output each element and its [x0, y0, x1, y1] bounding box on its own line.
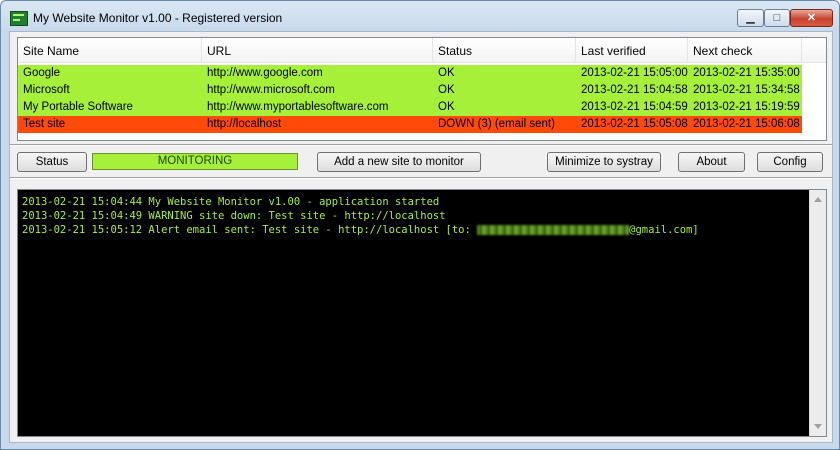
log-line: 2013-02-21 15:04:44 My Website Monitor v…	[22, 196, 440, 208]
log-line: 2013-02-21 15:04:49 WARNING site down: T…	[22, 210, 446, 222]
title-bar[interactable]: My Website Monitor v1.00 - Registered ve…	[1, 1, 839, 33]
site-last-verified-cell: 2013-02-21 15:05:08	[581, 118, 688, 130]
config-button[interactable]: Config	[757, 152, 823, 172]
close-window-button[interactable]: ✕	[790, 9, 833, 27]
divider-top	[10, 144, 832, 146]
log-scrollbar[interactable]	[809, 190, 826, 436]
site-url-cell: http://www.google.com	[207, 67, 323, 79]
minimize-icon: ▁	[746, 12, 755, 24]
log-line: 2013-02-21 15:05:12 Alert email sent: Te…	[22, 224, 478, 236]
site-status-cell: OK	[438, 84, 455, 96]
site-next-check-cell: 2013-02-21 15:19:59	[693, 101, 800, 113]
site-last-verified-cell: 2013-02-21 15:05:00	[581, 67, 688, 79]
site-next-check-cell: 2013-02-21 15:34:58	[693, 84, 800, 96]
site-status-cell: OK	[438, 101, 455, 113]
close-icon: ✕	[806, 12, 817, 24]
minimize-to-systray-button[interactable]: Minimize to systray	[547, 152, 661, 172]
column-header-last-verified[interactable]: Last verified	[576, 38, 688, 62]
maximize-window-button[interactable]: □	[764, 9, 790, 27]
scroll-up-arrow-icon[interactable]	[814, 197, 822, 202]
site-url-cell: http://www.myportablesoftware.com	[207, 101, 389, 113]
site-url-cell: http://localhost	[207, 118, 282, 130]
site-next-check-cell: 2013-02-21 15:35:00	[693, 67, 800, 79]
monitoring-status-indicator: MONITORING	[92, 153, 298, 170]
site-row[interactable]: Microsoft http://www.microsoft.com OK 20…	[18, 82, 802, 99]
site-url-cell: http://www.microsoft.com	[207, 84, 335, 96]
window-title: My Website Monitor v1.00 - Registered ve…	[33, 11, 283, 25]
sites-list-header: Site Name URL Status Last verified Next …	[18, 38, 826, 63]
site-last-verified-cell: 2013-02-21 15:04:59	[581, 101, 688, 113]
log-output: 2013-02-21 15:04:44 My Website Monitor v…	[22, 195, 699, 237]
site-last-verified-cell: 2013-02-21 15:04:58	[581, 84, 688, 96]
sites-list[interactable]: Site Name URL Status Last verified Next …	[17, 37, 827, 141]
column-header-status[interactable]: Status	[433, 38, 576, 62]
site-row[interactable]: Test site http://localhost DOWN (3) (ema…	[18, 116, 802, 133]
site-name-cell: Microsoft	[23, 84, 70, 96]
client-area: Site Name URL Status Last verified Next …	[9, 31, 833, 443]
site-row[interactable]: Google http://www.google.com OK 2013-02-…	[18, 65, 802, 82]
site-row[interactable]: My Portable Software http://www.myportab…	[18, 99, 802, 116]
status-button[interactable]: Status	[17, 152, 87, 172]
column-header-site-name[interactable]: Site Name	[18, 38, 202, 62]
site-name-cell: My Portable Software	[23, 101, 133, 113]
site-status-cell: DOWN (3) (email sent)	[438, 118, 555, 130]
column-header-url[interactable]: URL	[202, 38, 433, 62]
add-site-button[interactable]: Add a new site to monitor	[317, 152, 481, 172]
divider-bottom	[10, 177, 832, 179]
log-email-suffix: @gmail.com]	[629, 224, 699, 236]
column-header-next-check[interactable]: Next check	[688, 38, 802, 62]
app-window: My Website Monitor v1.00 - Registered ve…	[0, 0, 840, 450]
site-name-cell: Google	[23, 67, 61, 79]
app-monitor-icon	[10, 11, 28, 26]
minimize-window-button[interactable]: ▁	[737, 9, 764, 27]
maximize-icon: □	[773, 12, 781, 24]
about-button[interactable]: About	[678, 152, 745, 172]
site-name-cell: Test site	[23, 118, 66, 130]
log-console[interactable]: 2013-02-21 15:04:44 My Website Monitor v…	[17, 189, 827, 437]
scroll-down-arrow-icon[interactable]	[814, 424, 822, 429]
redacted-email	[477, 225, 630, 235]
site-next-check-cell: 2013-02-21 15:06:08	[693, 118, 800, 130]
site-status-cell: OK	[438, 67, 455, 79]
